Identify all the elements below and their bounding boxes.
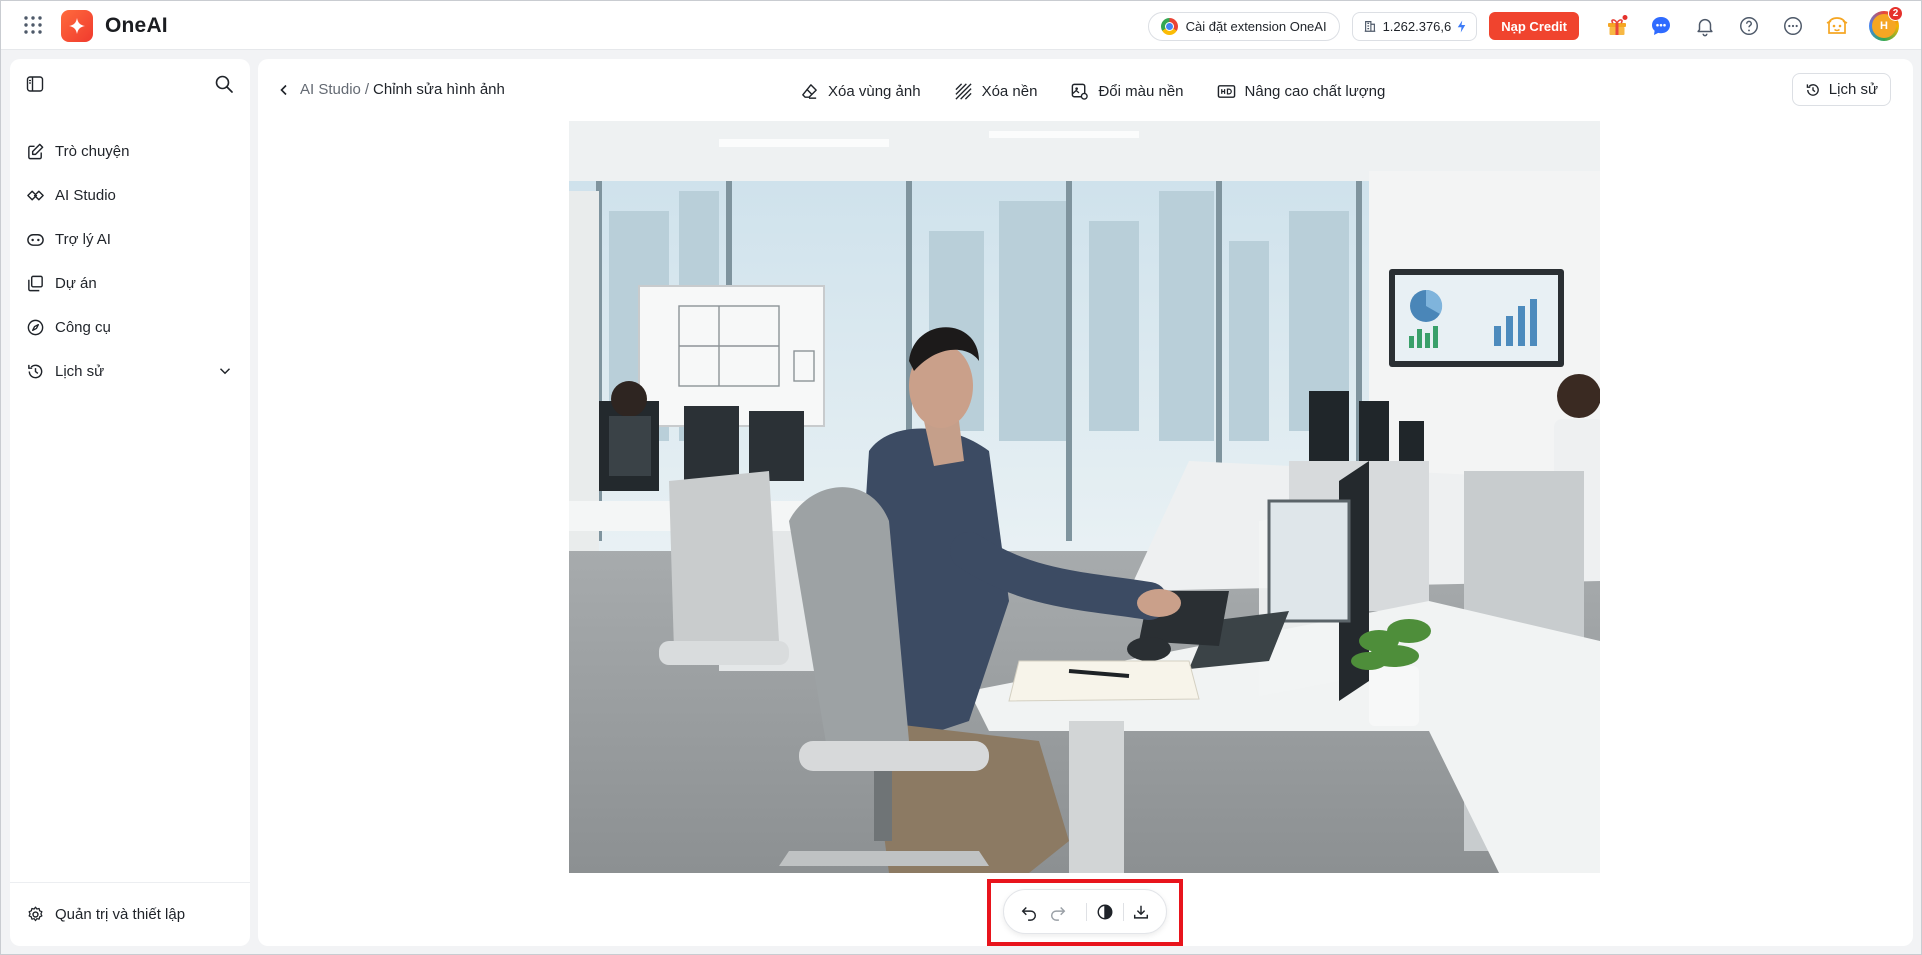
topup-credit-button[interactable]: Nạp Credit: [1489, 12, 1579, 40]
sidebar-item-label: Trò chuyện: [55, 142, 130, 160]
sidebar-item-du-an[interactable]: Dự án: [10, 261, 250, 305]
history-icon: [28, 364, 43, 378]
bolt-icon: [1458, 20, 1466, 32]
edit-tools: Xóa vùng ảnh Xóa nền Đổi màu nền Nâng ca…: [800, 79, 1418, 103]
tool-label: Nâng cao chất lượng: [1244, 82, 1386, 100]
eraser-icon: [802, 83, 817, 99]
chat-edit-icon: [28, 143, 44, 159]
download-button[interactable]: [1130, 900, 1152, 924]
breadcrumb-parent[interactable]: AI Studio: [300, 81, 361, 98]
admin-settings-link[interactable]: Quản trị và thiết lập: [10, 882, 250, 946]
credit-value: 1.262.376,6: [1382, 18, 1452, 34]
brand-name: OneAI: [105, 14, 168, 37]
action-divider: [1122, 902, 1124, 921]
tool-label: Đổi màu nền: [1098, 82, 1184, 100]
compare-button[interactable]: [1094, 900, 1116, 924]
breadcrumb-separator: /: [364, 81, 370, 98]
top-bar: OneAI Cài đặt extension OneAI 1.262.376,…: [1, 1, 1921, 50]
sidebar-header: [10, 59, 250, 109]
sidebar-toggle-icon[interactable]: [26, 75, 44, 93]
folder-icon: [28, 275, 43, 291]
remove-background-tool[interactable]: Xóa nền: [954, 79, 1038, 103]
brand[interactable]: OneAI: [61, 10, 168, 42]
chevron-down-icon[interactable]: [216, 362, 234, 380]
gear-icon: [28, 906, 43, 922]
change-background-color-tool[interactable]: Đổi màu nền: [1070, 79, 1184, 103]
history-label: Lịch sử: [1828, 81, 1878, 98]
sidebar-item-tro-chuyen[interactable]: Trò chuyện: [10, 129, 250, 173]
credit-balance[interactable]: 1.262.376,6: [1351, 11, 1478, 41]
tool-label: Xóa nền: [981, 82, 1038, 100]
search-icon[interactable]: [214, 74, 234, 94]
oneai-logo-icon: [61, 10, 93, 42]
bell-icon[interactable]: [1693, 14, 1717, 38]
breadcrumb-current: Chỉnh sửa hình ảnh: [373, 81, 505, 98]
sidebar-item-cong-cu[interactable]: Công cụ: [10, 305, 250, 349]
office-photo: [569, 121, 1600, 873]
sidebar-item-label: AI Studio: [55, 186, 116, 204]
sidebar-item-label: Dự án: [55, 274, 97, 292]
user-avatar[interactable]: H 2: [1869, 6, 1903, 41]
undo-button[interactable]: [1018, 900, 1040, 924]
hatch-icon: [955, 82, 972, 100]
settings-label: Quản trị và thiết lập: [55, 906, 186, 923]
redo-button[interactable]: [1048, 900, 1070, 924]
more-icon[interactable]: [1781, 14, 1805, 38]
hd-icon: [1217, 84, 1235, 98]
main-panel: AI Studio / Chỉnh sửa hình ảnh Xóa vùng …: [258, 59, 1913, 946]
sidebar-item-tro-ly-ai[interactable]: Trợ lý AI: [10, 217, 250, 261]
edited-image[interactable]: [569, 121, 1600, 873]
mascot-icon[interactable]: [1825, 14, 1849, 38]
back-chevron-icon[interactable]: [276, 82, 292, 98]
gift-icon[interactable]: [1605, 14, 1629, 38]
sidebar-item-label: Công cụ: [55, 318, 111, 336]
erase-area-tool[interactable]: Xóa vùng ảnh: [800, 79, 921, 103]
help-icon[interactable]: [1737, 14, 1761, 38]
download-icon: [1134, 905, 1149, 919]
history-icon: [1806, 83, 1819, 96]
extension-label: Cài đặt extension OneAI: [1185, 18, 1327, 34]
top-right-actions: Cài đặt extension OneAI 1.262.376,6 Nạp …: [1147, 6, 1903, 41]
sidebar-item-label: Lịch sử: [55, 362, 105, 380]
chat-icon[interactable]: [1649, 14, 1673, 38]
undo-icon: [1021, 906, 1036, 921]
install-extension-button[interactable]: Cài đặt extension OneAI: [1147, 11, 1340, 41]
history-button[interactable]: Lịch sử: [1791, 73, 1891, 106]
recolor-icon: [1072, 83, 1089, 100]
sidebar-item-label: Trợ lý AI: [55, 230, 111, 248]
notification-badge: 2: [1888, 6, 1903, 21]
contrast-icon: [1097, 904, 1113, 919]
sidebar: Trò chuyện AI Studio Trợ lý AI Dự án Côn…: [10, 59, 250, 946]
enhance-quality-tool[interactable]: Nâng cao chất lượng: [1217, 79, 1386, 103]
sidebar-item-ai-studio[interactable]: AI Studio: [10, 173, 250, 217]
tool-label: Xóa vùng ảnh: [828, 82, 921, 100]
breadcrumb: AI Studio / Chỉnh sửa hình ảnh: [276, 81, 505, 98]
building-icon: [1364, 21, 1375, 32]
image-action-bar: [1003, 889, 1167, 934]
ai-studio-icon: [27, 190, 44, 200]
chrome-icon: [1160, 17, 1178, 35]
sidebar-item-lich-su[interactable]: Lịch sử: [10, 349, 250, 393]
sidebar-nav: Trò chuyện AI Studio Trợ lý AI Dự án Côn…: [10, 129, 250, 393]
bot-icon: [27, 233, 44, 246]
apps-grid-icon[interactable]: [23, 15, 43, 35]
redo-icon: [1051, 906, 1066, 921]
compass-icon: [27, 319, 44, 335]
action-divider: [1086, 902, 1087, 921]
